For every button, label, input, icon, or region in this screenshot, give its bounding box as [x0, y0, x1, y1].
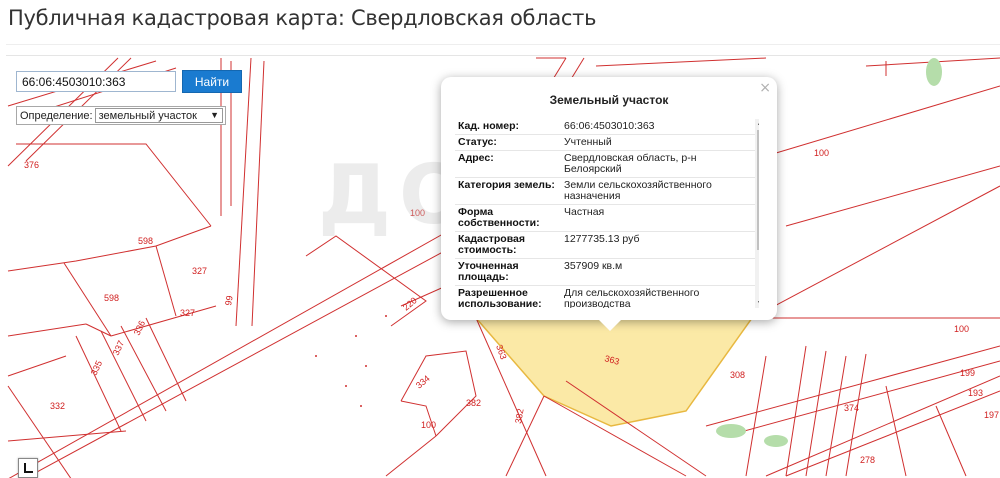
info-value: 357909 кв.м: [564, 260, 623, 272]
info-row: Кадастровая стоимость: 1277735.13 руб: [455, 232, 759, 259]
info-value: 1277735.13 руб: [564, 233, 640, 245]
info-value: Земли сельскохозяйственного назначения: [564, 179, 712, 202]
popup-scrollbar[interactable]: ▲ ▼: [755, 119, 759, 308]
info-key: Уточненная площадь:: [458, 260, 519, 283]
parcel-label: 334: [414, 373, 432, 390]
parcel-label: 308: [730, 370, 745, 380]
info-key: Кад. номер:: [458, 120, 520, 132]
info-row: Разрешенное использование: Для сельскохо…: [455, 286, 759, 309]
info-key: Кадастровая стоимость:: [458, 233, 525, 256]
cadastral-search-input[interactable]: [16, 71, 176, 92]
page-title: Публичная кадастровая карта: Свердловска…: [8, 6, 597, 30]
parcel-label: 220: [401, 295, 419, 312]
info-row: Форма собственности: Частная: [455, 205, 759, 232]
popup-title: Земельный участок: [549, 93, 669, 107]
parcel-label: 278: [860, 455, 875, 465]
parcel-label: 197: [984, 410, 999, 420]
parcel-label: 199: [960, 368, 975, 378]
parcel-label: 99: [223, 295, 235, 307]
info-key: Категория земель:: [458, 179, 555, 191]
parcel-label: 332: [50, 401, 65, 411]
definition-label: Определение:: [20, 109, 93, 122]
info-row: Категория земель: Земли сельскохозяйстве…: [455, 178, 759, 205]
info-row: Кад. номер: 66:06:4503010:363: [455, 119, 759, 135]
scroll-up-icon[interactable]: ▲: [755, 120, 759, 127]
parcel-label: 100: [814, 148, 829, 158]
info-value: 66:06:4503010:363: [564, 120, 655, 132]
parcel-label: 376: [24, 160, 39, 170]
title-divider: [6, 44, 1000, 45]
parcel-label: 598: [104, 293, 119, 303]
scroll-down-icon[interactable]: ▼: [755, 300, 759, 307]
parcel-label: 100: [421, 420, 436, 430]
parcel-label: 374: [844, 403, 859, 413]
info-value: Для сельскохозяйственного производства: [564, 287, 700, 309]
info-key: Адрес:: [458, 152, 494, 164]
scrollbar-thumb[interactable]: [757, 130, 759, 250]
corner-bracket-icon: [24, 463, 33, 473]
definition-select[interactable]: земельный участок ▼: [94, 108, 223, 123]
info-row: Статус: Учтенный: [455, 135, 759, 151]
parcel-label: 336: [132, 319, 147, 337]
info-value: Учтенный: [564, 136, 612, 148]
parcel-label: 100: [954, 324, 969, 334]
info-key: Статус:: [458, 136, 497, 148]
info-value: Свердловская область, р-н Белоярский: [564, 152, 697, 175]
parcel-label: 382: [466, 398, 481, 408]
info-value: Частная: [564, 206, 605, 218]
popup-pointer: [598, 319, 622, 331]
parcel-label: 327: [180, 308, 195, 318]
parcel-info-popup: × Земельный участок Кад. номер: 66:06:45…: [441, 77, 777, 320]
info-key: Форма собственности:: [458, 206, 540, 229]
parcel-label: 337: [111, 339, 126, 357]
info-row: Адрес: Свердловская область, р-н Белоярс…: [455, 151, 759, 178]
info-row: Уточненная площадь: 357909 кв.м: [455, 259, 759, 286]
info-table[interactable]: Кад. номер: 66:06:4503010:363 Статус: Уч…: [455, 119, 759, 308]
parcel-label: 382: [513, 408, 525, 425]
select-area-tool-button[interactable]: [18, 458, 38, 478]
search-button[interactable]: Найти: [182, 70, 242, 93]
parcel-label: 327: [192, 266, 207, 276]
parcel-label: 598: [138, 236, 153, 246]
info-key: Разрешенное использование:: [458, 287, 542, 309]
definition-row: Определение: земельный участок ▼: [16, 106, 226, 125]
parcel-label: 335: [89, 359, 104, 377]
definition-selected-value: земельный участок: [98, 109, 197, 122]
parcel-label: 193: [968, 388, 983, 398]
chevron-down-icon: ▼: [210, 110, 219, 120]
